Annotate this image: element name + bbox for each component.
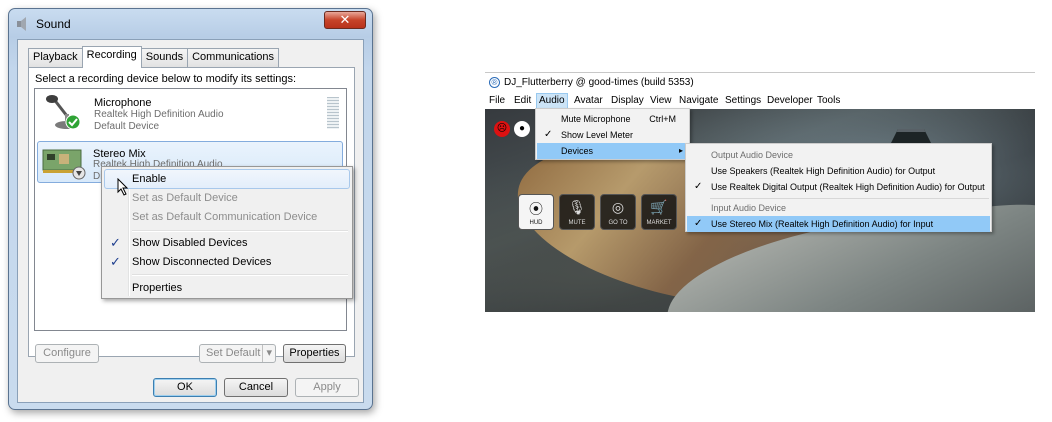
output-device-header: Output Audio Device xyxy=(711,150,794,160)
menu-avatar[interactable]: Avatar xyxy=(574,93,603,109)
menu-edit[interactable]: Edit xyxy=(514,93,531,109)
app-menubar: File Edit Audio Avatar Display View Navi… xyxy=(485,93,1035,109)
menu-item-label: Mute Microphone xyxy=(561,114,631,124)
app-title-bar: ® DJ_Flutterberry @ good-times (build 53… xyxy=(485,72,1035,92)
configure-button[interactable]: Configure xyxy=(35,344,99,363)
menu-developer[interactable]: Developer xyxy=(767,93,813,109)
menu-separator xyxy=(710,198,989,199)
menu-item-mute-microphone[interactable]: Mute Microphone Ctrl+M xyxy=(537,111,688,127)
tab-sounds[interactable]: Sounds xyxy=(140,48,189,67)
goto-label: GO TO xyxy=(608,220,628,226)
input-device-header: Input Audio Device xyxy=(711,203,787,213)
menu-item-output-digital[interactable]: ✓ Use Realtek Digital Output (Realtek Hi… xyxy=(687,179,990,195)
microphone-icon: 🎙 xyxy=(568,199,586,215)
menu-item-label: Show Level Meter xyxy=(561,130,634,140)
menu-item-set-default-communication[interactable]: Set as Default Communication Device xyxy=(104,207,350,227)
menu-separator xyxy=(132,274,348,276)
set-default-label: Set Default xyxy=(206,347,261,359)
window-title: Sound xyxy=(36,17,71,31)
menu-audio[interactable]: Audio xyxy=(536,93,568,109)
cancel-button[interactable]: Cancel xyxy=(224,378,288,397)
apply-button[interactable]: Apply xyxy=(295,378,359,397)
device-driver: Realtek High Definition Audio xyxy=(94,109,224,120)
market-button[interactable]: 🛒 MARKET xyxy=(641,194,677,230)
shortcut-text: Ctrl+M xyxy=(649,114,676,124)
tab-strip: Playback Recording Sounds Communications xyxy=(28,46,280,68)
device-context-menu: Enable Set as Default Device Set as Defa… xyxy=(101,166,353,299)
tab-playback[interactable]: Playback xyxy=(28,48,83,67)
device-status: Default Device xyxy=(94,121,160,132)
hud-toolbar: ⦿ HUD 🎙 MUTE ◎ GO TO 🛒 MARKET xyxy=(518,194,677,230)
tab-recording[interactable]: Recording xyxy=(81,46,142,68)
hud-icon: ⦿ xyxy=(529,201,543,217)
menu-item-output-speakers[interactable]: Use Speakers (Realtek High Definition Au… xyxy=(687,163,990,179)
menu-item-devices[interactable]: Devices ▸ xyxy=(537,143,688,159)
level-meter xyxy=(327,97,339,129)
cart-icon: 🛒 xyxy=(650,199,668,215)
cursor-arrow-icon xyxy=(117,177,129,196)
menu-item-set-default-device[interactable]: Set as Default Device xyxy=(104,188,350,208)
check-icon: ✓ xyxy=(544,129,553,140)
globe-icon: ◎ xyxy=(611,199,625,215)
audio-menu: Mute Microphone Ctrl+M ✓ Show Level Mete… xyxy=(535,108,690,160)
menu-item-show-level-meter[interactable]: ✓ Show Level Meter xyxy=(537,127,688,143)
goto-button[interactable]: ◎ GO TO xyxy=(600,194,636,230)
menu-item-properties[interactable]: Properties xyxy=(104,278,350,298)
device-name: Microphone xyxy=(94,97,152,109)
sound-card-icon xyxy=(41,146,87,180)
market-label: MARKET xyxy=(646,220,672,226)
ok-button[interactable]: OK xyxy=(153,378,217,397)
microphone-icon[interactable]: ● xyxy=(514,121,530,137)
menu-item-label: Use Stereo Mix (Realtek High Definition … xyxy=(711,219,934,229)
menu-display[interactable]: Display xyxy=(611,93,644,109)
menu-item-label: Use Realtek Digital Output (Realtek High… xyxy=(711,182,985,192)
app-logo-icon: ® xyxy=(489,77,500,88)
menu-tools[interactable]: Tools xyxy=(817,93,840,109)
check-icon: ✓ xyxy=(694,218,703,229)
speaker-icon xyxy=(15,16,31,32)
check-icon: ✓ xyxy=(110,254,121,269)
menu-item-label: Devices xyxy=(561,146,594,156)
menu-file[interactable]: File xyxy=(489,93,505,109)
menu-view[interactable]: View xyxy=(650,93,672,109)
menu-separator xyxy=(132,230,348,232)
hud-label: HUD xyxy=(529,220,543,226)
devices-submenu: Output Audio Device Use Speakers (Realte… xyxy=(685,143,992,232)
instruction-text: Select a recording device below to modif… xyxy=(35,73,297,85)
dropdown-arrow-icon[interactable]: ▾ xyxy=(262,345,272,362)
close-button[interactable]: ✕ xyxy=(324,11,366,29)
status-icons: ☹ ● xyxy=(494,121,530,137)
mute-button[interactable]: 🎙 MUTE xyxy=(559,194,595,230)
menu-item-show-disconnected[interactable]: ✓ Show Disconnected Devices xyxy=(104,252,350,272)
menu-item-label: Show Disconnected Devices xyxy=(132,256,272,268)
menu-item-show-disabled[interactable]: ✓ Show Disabled Devices xyxy=(104,233,350,253)
face-icon[interactable]: ☹ xyxy=(494,121,510,137)
menu-item-label: Show Disabled Devices xyxy=(132,237,248,249)
submenu-arrow-icon: ▸ xyxy=(678,146,683,155)
device-microphone[interactable]: Microphone Realtek High Definition Audio… xyxy=(37,91,343,133)
app-title: DJ_Flutterberry @ good-times (build 5353… xyxy=(504,76,694,88)
mute-label: MUTE xyxy=(568,220,586,226)
check-icon: ✓ xyxy=(694,181,703,192)
properties-button[interactable]: Properties xyxy=(283,344,346,363)
check-icon: ✓ xyxy=(110,235,121,250)
microphone-icon xyxy=(43,94,83,132)
menu-item-input-stereo-mix[interactable]: ✓ Use Stereo Mix (Realtek High Definitio… xyxy=(687,216,990,232)
hud-button[interactable]: ⦿ HUD xyxy=(518,194,554,230)
menu-item-enable[interactable]: Enable xyxy=(104,169,350,189)
set-default-button[interactable]: Set Default ▾ xyxy=(199,344,276,363)
window-title-bar: Sound xyxy=(15,15,71,33)
menu-settings[interactable]: Settings xyxy=(725,93,761,109)
menu-item-label: Use Speakers (Realtek High Definition Au… xyxy=(711,166,936,176)
tab-communications[interactable]: Communications xyxy=(187,48,280,67)
menu-navigate[interactable]: Navigate xyxy=(679,93,718,109)
